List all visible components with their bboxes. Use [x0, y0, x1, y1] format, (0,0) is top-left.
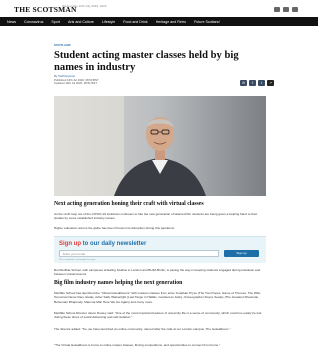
article-subheading-2: Big film industry names helping the next… [54, 280, 183, 286]
nav-item-coronavirus[interactable]: Coronavirus [24, 20, 43, 24]
header-icons [274, 7, 298, 12]
mail-icon[interactable]: ✉ [240, 80, 247, 86]
header-date-note: Wednesday 10th July 2024, 2023 [62, 4, 107, 8]
article-section-kicker[interactable]: SCOTLAND [54, 43, 266, 47]
newsletter-email-input[interactable]: Enter your email [59, 250, 219, 257]
share-icon[interactable]: ↗ [267, 80, 274, 86]
menu-icon[interactable] [292, 7, 298, 12]
article-hero-image [54, 96, 266, 196]
newsletter-signup-button[interactable]: Sign up [224, 250, 259, 257]
article-subheading: Next acting generation honing their craf… [54, 201, 204, 207]
site-header: THE SCOTSMAN Wednesday 10th July 2024, 2… [0, 0, 318, 17]
article-paragraph-5: Merlfide School Director Jason Dowey sai… [54, 311, 262, 320]
article-paragraph-3: But Merlfide School, with campuses at Ea… [54, 268, 261, 277]
newsletter-signup: Sign up to our daily newsletter Enter yo… [54, 236, 266, 263]
main-navigation: News Coronavirus Sport Arts and Culture … [0, 17, 318, 26]
nav-item-sport[interactable]: Sport [51, 20, 60, 24]
nav-item-lifestyle[interactable]: Lifestyle [102, 20, 115, 24]
newsletter-title: Sign up to our daily newsletter [59, 241, 147, 247]
share-buttons: ✉ f t ↗ [240, 80, 274, 86]
nav-item-heritage[interactable]: Heritage and Retro [156, 20, 186, 24]
facebook-icon[interactable]: f [249, 80, 256, 86]
user-icon[interactable] [283, 7, 289, 12]
article-headline: Student acting master classes held by bi… [54, 50, 239, 73]
search-icon[interactable] [274, 7, 280, 12]
article-paragraph-4: Merlfide School has launched the "Virtua… [54, 291, 261, 304]
newsletter-fine-print: The i newsletter cut through the noise [59, 259, 96, 261]
updated-date: Updated 16th Jul 2020, 08:51 BST [54, 81, 97, 86]
nav-item-news[interactable]: News [7, 20, 16, 24]
nav-item-future[interactable]: Future Scotland [194, 20, 219, 24]
article-paragraph-7: "The Virtual GoleaRoom is home to online… [54, 343, 221, 347]
twitter-icon[interactable]: t [258, 80, 265, 86]
nav-item-arts[interactable]: Arts and Culture [68, 20, 94, 24]
article-byline: By Staff Reporter Published 16th Jul 202… [54, 74, 266, 86]
nav-item-food[interactable]: Food and Drink [123, 20, 148, 24]
article-paragraph-6: The director added: "So, we have launche… [54, 327, 231, 331]
article-paragraph-2: Higher education across the globe has be… [54, 226, 176, 230]
article-paragraph-1: As the ninth loop out of the COVID-19 lo… [54, 212, 258, 221]
